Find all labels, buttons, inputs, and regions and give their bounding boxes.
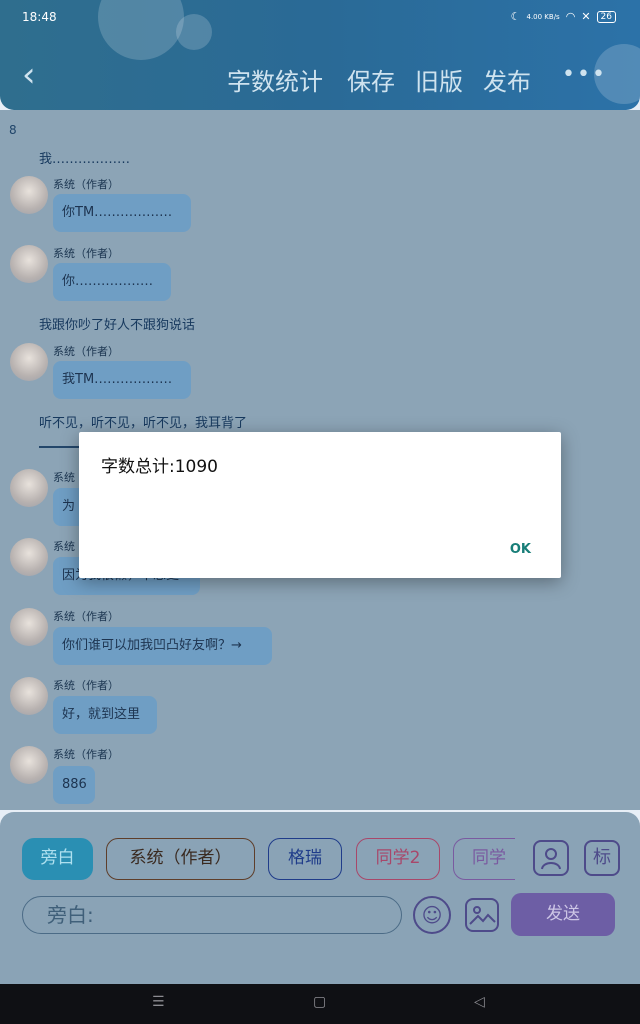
message-bubble[interactable]: 你……………… — [53, 263, 171, 301]
message-bubble[interactable]: 好，就到这里 — [53, 696, 157, 734]
avatar[interactable] — [10, 469, 48, 507]
message-bubble[interactable]: 我TM……………… — [53, 361, 191, 399]
role-chip-classmate2[interactable]: 同学2 — [356, 838, 440, 880]
sender-name: 系统（作者） — [53, 178, 119, 191]
sender-name: 系统（作者） — [53, 748, 119, 761]
menu-icon[interactable]: ☰ — [152, 994, 165, 1010]
message-bubble[interactable]: 你们谁可以加我凹凸好友啊？→ — [53, 627, 272, 665]
sender-name: 系统 — [53, 540, 75, 553]
role-chip-system[interactable]: 系统（作者） — [106, 838, 255, 880]
sender-name: 系统（作者） — [53, 247, 119, 260]
role-chip-narrator[interactable]: 旁白 — [22, 838, 93, 880]
status-time: 18:48 — [22, 10, 57, 24]
moon-icon: ☾ — [510, 10, 521, 23]
word-count-dialog: 字数总计:1090 OK — [79, 432, 561, 578]
sender-name: 系统（作者） — [53, 345, 119, 358]
signal-icon: ✕ — [581, 10, 591, 23]
image-icon[interactable] — [465, 898, 499, 932]
sender-name: 系统（作者） — [53, 679, 119, 692]
status-icons: ☾ 4.00 KB/s ◠ ✕ 26 — [511, 10, 616, 23]
sender-name: 系统（作者） — [53, 610, 119, 623]
status-bar: 18:48 ☾ 4.00 KB/s ◠ ✕ 26 — [0, 0, 640, 34]
role-chip-gerui[interactable]: 格瑞 — [268, 838, 342, 880]
avatar[interactable] — [10, 677, 48, 715]
avatar[interactable] — [10, 746, 48, 784]
role-chip-classmate1[interactable]: 同学1 — [453, 838, 515, 880]
more-options-icon[interactable]: ••• — [562, 62, 607, 87]
tag-icon[interactable]: 标 — [584, 840, 620, 876]
battery-icon: 26 — [596, 10, 616, 23]
avatar[interactable] — [10, 245, 48, 283]
word-count-button[interactable]: 字数统计 — [227, 62, 323, 97]
ok-button[interactable]: OK — [510, 542, 531, 557]
sender-name: 系统 — [53, 471, 75, 484]
old-version-button[interactable]: 旧版 — [415, 62, 463, 97]
network-speed: 4.00 KB/s — [526, 12, 560, 21]
wifi-icon: ◠ — [565, 10, 576, 23]
person-icon[interactable] — [533, 840, 569, 876]
emoji-icon[interactable]: ☺ — [413, 896, 451, 934]
save-button[interactable]: 保存 — [347, 62, 395, 97]
publish-button[interactable]: 发布 — [483, 62, 531, 97]
narration-text[interactable]: 听不见，听不见，听不见，我耳背了 — [39, 412, 247, 431]
narration-text[interactable]: 我跟你吵了好人不跟狗说话 — [39, 314, 195, 333]
message-input[interactable]: 旁白: — [22, 896, 402, 934]
send-button[interactable]: 发送 — [511, 893, 615, 936]
home-icon[interactable]: ▢ — [313, 994, 326, 1010]
avatar[interactable] — [10, 538, 48, 576]
back-nav-icon[interactable]: ◁ — [474, 994, 485, 1010]
message-bubble[interactable]: 886 — [53, 766, 95, 804]
message-bubble[interactable]: 你TM……………… — [53, 194, 191, 232]
message-count: 8 — [9, 123, 17, 137]
back-icon[interactable]: ‹ — [22, 58, 52, 94]
avatar[interactable] — [10, 343, 48, 381]
system-nav-bar: ☰ ▢ ◁ — [0, 984, 640, 1024]
avatar[interactable] — [10, 608, 48, 646]
narration-text[interactable]: 我……………… — [39, 148, 130, 167]
avatar[interactable] — [10, 176, 48, 214]
dialog-title: 字数总计:1090 — [101, 457, 218, 477]
